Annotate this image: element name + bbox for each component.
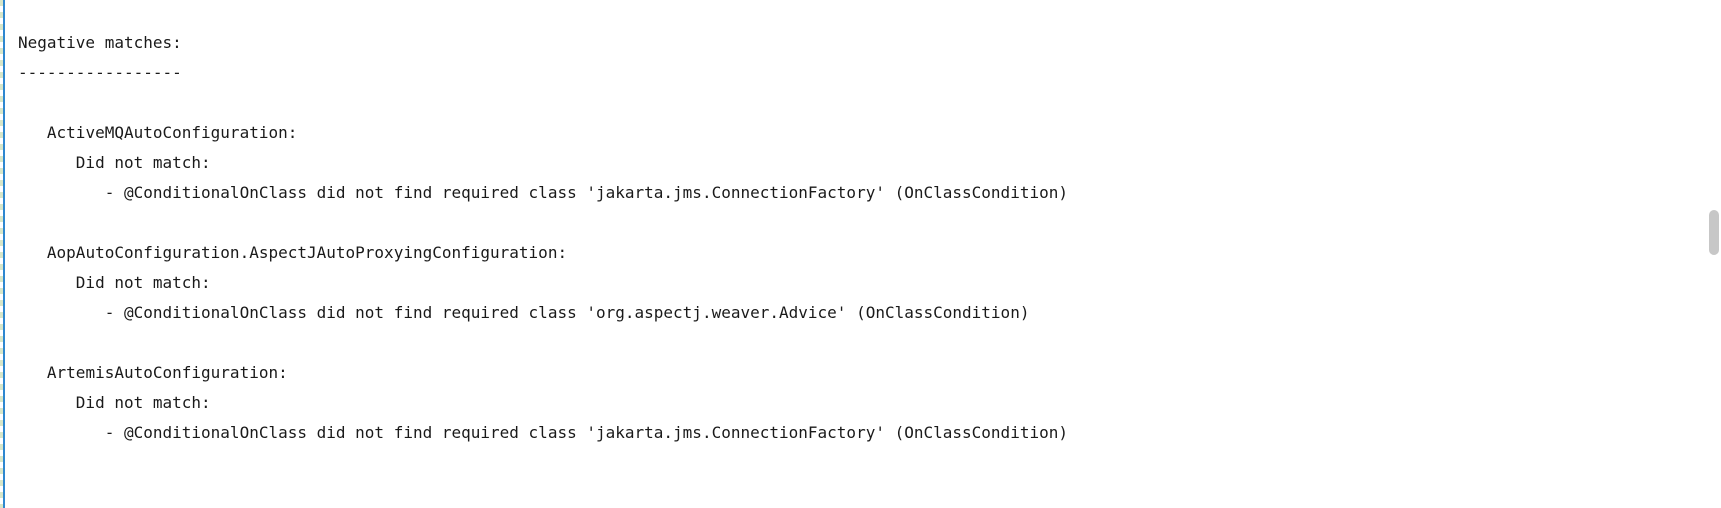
entry-detail: - @ConditionalOnClass did not find requi… xyxy=(18,423,1068,442)
blank-line xyxy=(18,93,28,112)
scrollbar-thumb[interactable] xyxy=(1709,210,1719,255)
blank-line xyxy=(18,333,28,352)
section-title: Negative matches: xyxy=(18,33,182,52)
entry-subhead: Did not match: xyxy=(18,273,211,292)
console-output[interactable]: Negative matches: ----------------- Acti… xyxy=(18,28,1068,448)
entry-name: AopAutoConfiguration.AspectJAutoProxying… xyxy=(18,243,567,262)
blank-line xyxy=(18,213,28,232)
entry-name: ArtemisAutoConfiguration: xyxy=(18,363,288,382)
scrollbar-track[interactable] xyxy=(1707,0,1721,508)
entry-detail: - @ConditionalOnClass did not find requi… xyxy=(18,183,1068,202)
entry-name: ActiveMQAutoConfiguration: xyxy=(18,123,297,142)
editor-left-border xyxy=(3,0,5,508)
entry-subhead: Did not match: xyxy=(18,153,211,172)
entry-subhead: Did not match: xyxy=(18,393,211,412)
section-divider: ----------------- xyxy=(18,63,182,82)
entry-detail: - @ConditionalOnClass did not find requi… xyxy=(18,303,1029,322)
